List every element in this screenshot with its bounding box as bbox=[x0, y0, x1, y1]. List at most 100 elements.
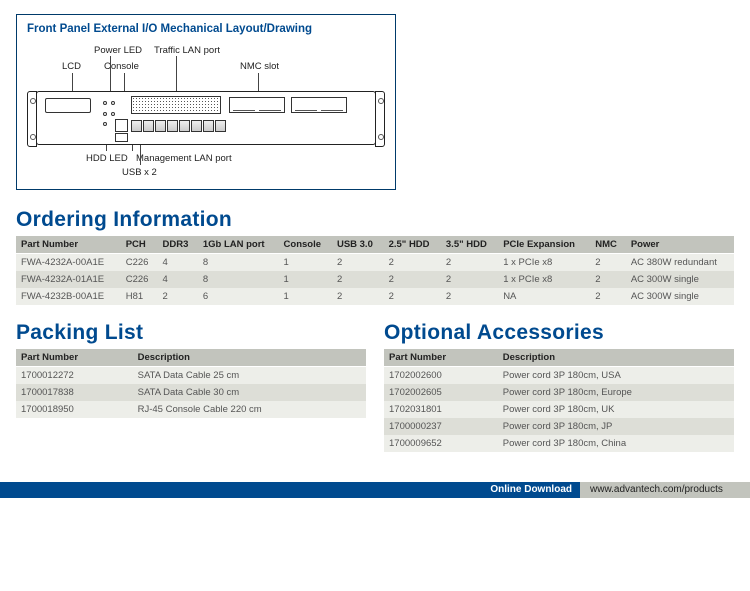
table-row: 1702002605Power cord 3P 180cm, Europe bbox=[384, 384, 734, 401]
table-cell: Power cord 3P 180cm, UK bbox=[498, 401, 734, 418]
table-cell: H81 bbox=[121, 288, 158, 305]
table-cell: AC 380W redundant bbox=[626, 254, 734, 272]
table-row: 1700000237Power cord 3P 180cm, JP bbox=[384, 418, 734, 435]
table-header: 2.5" HDD bbox=[384, 236, 441, 254]
table-cell: 2 bbox=[384, 271, 441, 288]
table-cell: FWA-4232B-00A1E bbox=[16, 288, 121, 305]
table-cell: 8 bbox=[198, 271, 279, 288]
table-header: Description bbox=[498, 349, 734, 367]
table-cell: 1702031801 bbox=[384, 401, 498, 418]
table-cell: 1700000237 bbox=[384, 418, 498, 435]
table-cell: 1700009652 bbox=[384, 435, 498, 452]
table-cell: 1 bbox=[279, 288, 332, 305]
footer-bar: Online Download www.advantech.com/produc… bbox=[0, 482, 750, 498]
table-cell: 2 bbox=[590, 288, 626, 305]
table-cell: 1700018950 bbox=[16, 401, 133, 418]
console-port bbox=[115, 119, 128, 132]
table-cell: 2 bbox=[590, 254, 626, 272]
chassis-outline bbox=[36, 91, 376, 145]
table-cell: 2 bbox=[332, 288, 384, 305]
usb-ports bbox=[115, 133, 128, 142]
lcd-screen bbox=[45, 98, 91, 113]
footer-url: www.advantech.com/products bbox=[580, 482, 750, 498]
ordering-title: Ordering Information bbox=[16, 208, 734, 232]
table-cell: 1 bbox=[279, 271, 332, 288]
table-row: 1700012272SATA Data Cable 25 cm bbox=[16, 367, 366, 385]
table-row: 1700017838SATA Data Cable 30 cm bbox=[16, 384, 366, 401]
table-header: Console bbox=[279, 236, 332, 254]
table-cell: 1 bbox=[279, 254, 332, 272]
table-row: FWA-4232A-00A1EC2264812221 x PCIe x82AC … bbox=[16, 254, 734, 272]
table-cell: 4 bbox=[158, 254, 198, 272]
table-cell: Power cord 3P 180cm, Europe bbox=[498, 384, 734, 401]
table-cell: 2 bbox=[384, 254, 441, 272]
table-cell: 2 bbox=[332, 271, 384, 288]
table-cell: SATA Data Cable 25 cm bbox=[133, 367, 366, 385]
footer-label: Online Download bbox=[482, 482, 580, 498]
table-row: FWA-4232A-01A1EC2264812221 x PCIe x82AC … bbox=[16, 271, 734, 288]
table-cell: 1700017838 bbox=[16, 384, 133, 401]
label-usb: USB x 2 bbox=[122, 167, 157, 178]
table-cell: 4 bbox=[158, 271, 198, 288]
table-cell: Power cord 3P 180cm, China bbox=[498, 435, 734, 452]
table-cell: 1 x PCIe x8 bbox=[498, 271, 590, 288]
table-cell: 1 x PCIe x8 bbox=[498, 254, 590, 272]
table-header: Power bbox=[626, 236, 734, 254]
label-lcd: LCD bbox=[62, 61, 81, 72]
label-nmc-slot: NMC slot bbox=[240, 61, 279, 72]
table-cell: 2 bbox=[441, 271, 498, 288]
lan-ports-row bbox=[131, 120, 226, 132]
ordering-table: Part NumberPCHDDR31Gb LAN portConsoleUSB… bbox=[16, 236, 734, 305]
table-cell: C226 bbox=[121, 271, 158, 288]
table-cell: NA bbox=[498, 288, 590, 305]
label-mgmt-lan: Management LAN port bbox=[136, 153, 232, 164]
table-cell: Power cord 3P 180cm, JP bbox=[498, 418, 734, 435]
table-row: 1700018950RJ-45 Console Cable 220 cm bbox=[16, 401, 366, 418]
table-cell: 2 bbox=[384, 288, 441, 305]
table-cell: AC 300W single bbox=[626, 288, 734, 305]
hdd-led-indicator bbox=[103, 122, 107, 126]
table-cell: RJ-45 Console Cable 220 cm bbox=[133, 401, 366, 418]
table-header: Part Number bbox=[384, 349, 498, 367]
table-cell: 8 bbox=[198, 254, 279, 272]
front-panel-section: Front Panel External I/O Mechanical Layo… bbox=[16, 14, 396, 190]
table-cell: 2 bbox=[441, 288, 498, 305]
nmc-slot-2 bbox=[291, 97, 347, 113]
table-header: 1Gb LAN port bbox=[198, 236, 279, 254]
table-cell: SATA Data Cable 30 cm bbox=[133, 384, 366, 401]
table-cell: AC 300W single bbox=[626, 271, 734, 288]
table-cell: 1702002605 bbox=[384, 384, 498, 401]
nmc-slot-1 bbox=[229, 97, 285, 113]
packing-table: Part NumberDescription 1700012272SATA Da… bbox=[16, 349, 366, 418]
table-row: 1702002600Power cord 3P 180cm, USA bbox=[384, 367, 734, 385]
packing-title: Packing List bbox=[16, 321, 366, 345]
table-header: NMC bbox=[590, 236, 626, 254]
table-cell: FWA-4232A-01A1E bbox=[16, 271, 121, 288]
table-header: USB 3.0 bbox=[332, 236, 384, 254]
table-row: FWA-4232B-00A1EH81261222NA2AC 300W singl… bbox=[16, 288, 734, 305]
accessories-table: Part NumberDescription 1702002600Power c… bbox=[384, 349, 734, 452]
table-cell: FWA-4232A-00A1E bbox=[16, 254, 121, 272]
table-cell: 2 bbox=[158, 288, 198, 305]
table-header: DDR3 bbox=[158, 236, 198, 254]
table-header: Part Number bbox=[16, 236, 121, 254]
label-traffic-lan: Traffic LAN port bbox=[154, 45, 220, 56]
table-header: PCH bbox=[121, 236, 158, 254]
table-header: 3.5" HDD bbox=[441, 236, 498, 254]
table-cell: 2 bbox=[332, 254, 384, 272]
table-header: Part Number bbox=[16, 349, 133, 367]
table-cell: 2 bbox=[590, 271, 626, 288]
table-row: 1700009652Power cord 3P 180cm, China bbox=[384, 435, 734, 452]
table-cell: 1700012272 bbox=[16, 367, 133, 385]
table-cell: C226 bbox=[121, 254, 158, 272]
table-cell: 1702002600 bbox=[384, 367, 498, 385]
table-header: Description bbox=[133, 349, 366, 367]
accessories-title: Optional Accessories bbox=[384, 321, 734, 345]
table-cell: Power cord 3P 180cm, USA bbox=[498, 367, 734, 385]
vent-grille bbox=[131, 96, 221, 114]
table-header: PCIe Expansion bbox=[498, 236, 590, 254]
label-hdd-led: HDD LED bbox=[86, 153, 128, 164]
table-cell: 6 bbox=[198, 288, 279, 305]
front-panel-diagram: LCD Power LED Console Traffic LAN port N… bbox=[36, 41, 376, 177]
power-led-group bbox=[101, 98, 123, 120]
